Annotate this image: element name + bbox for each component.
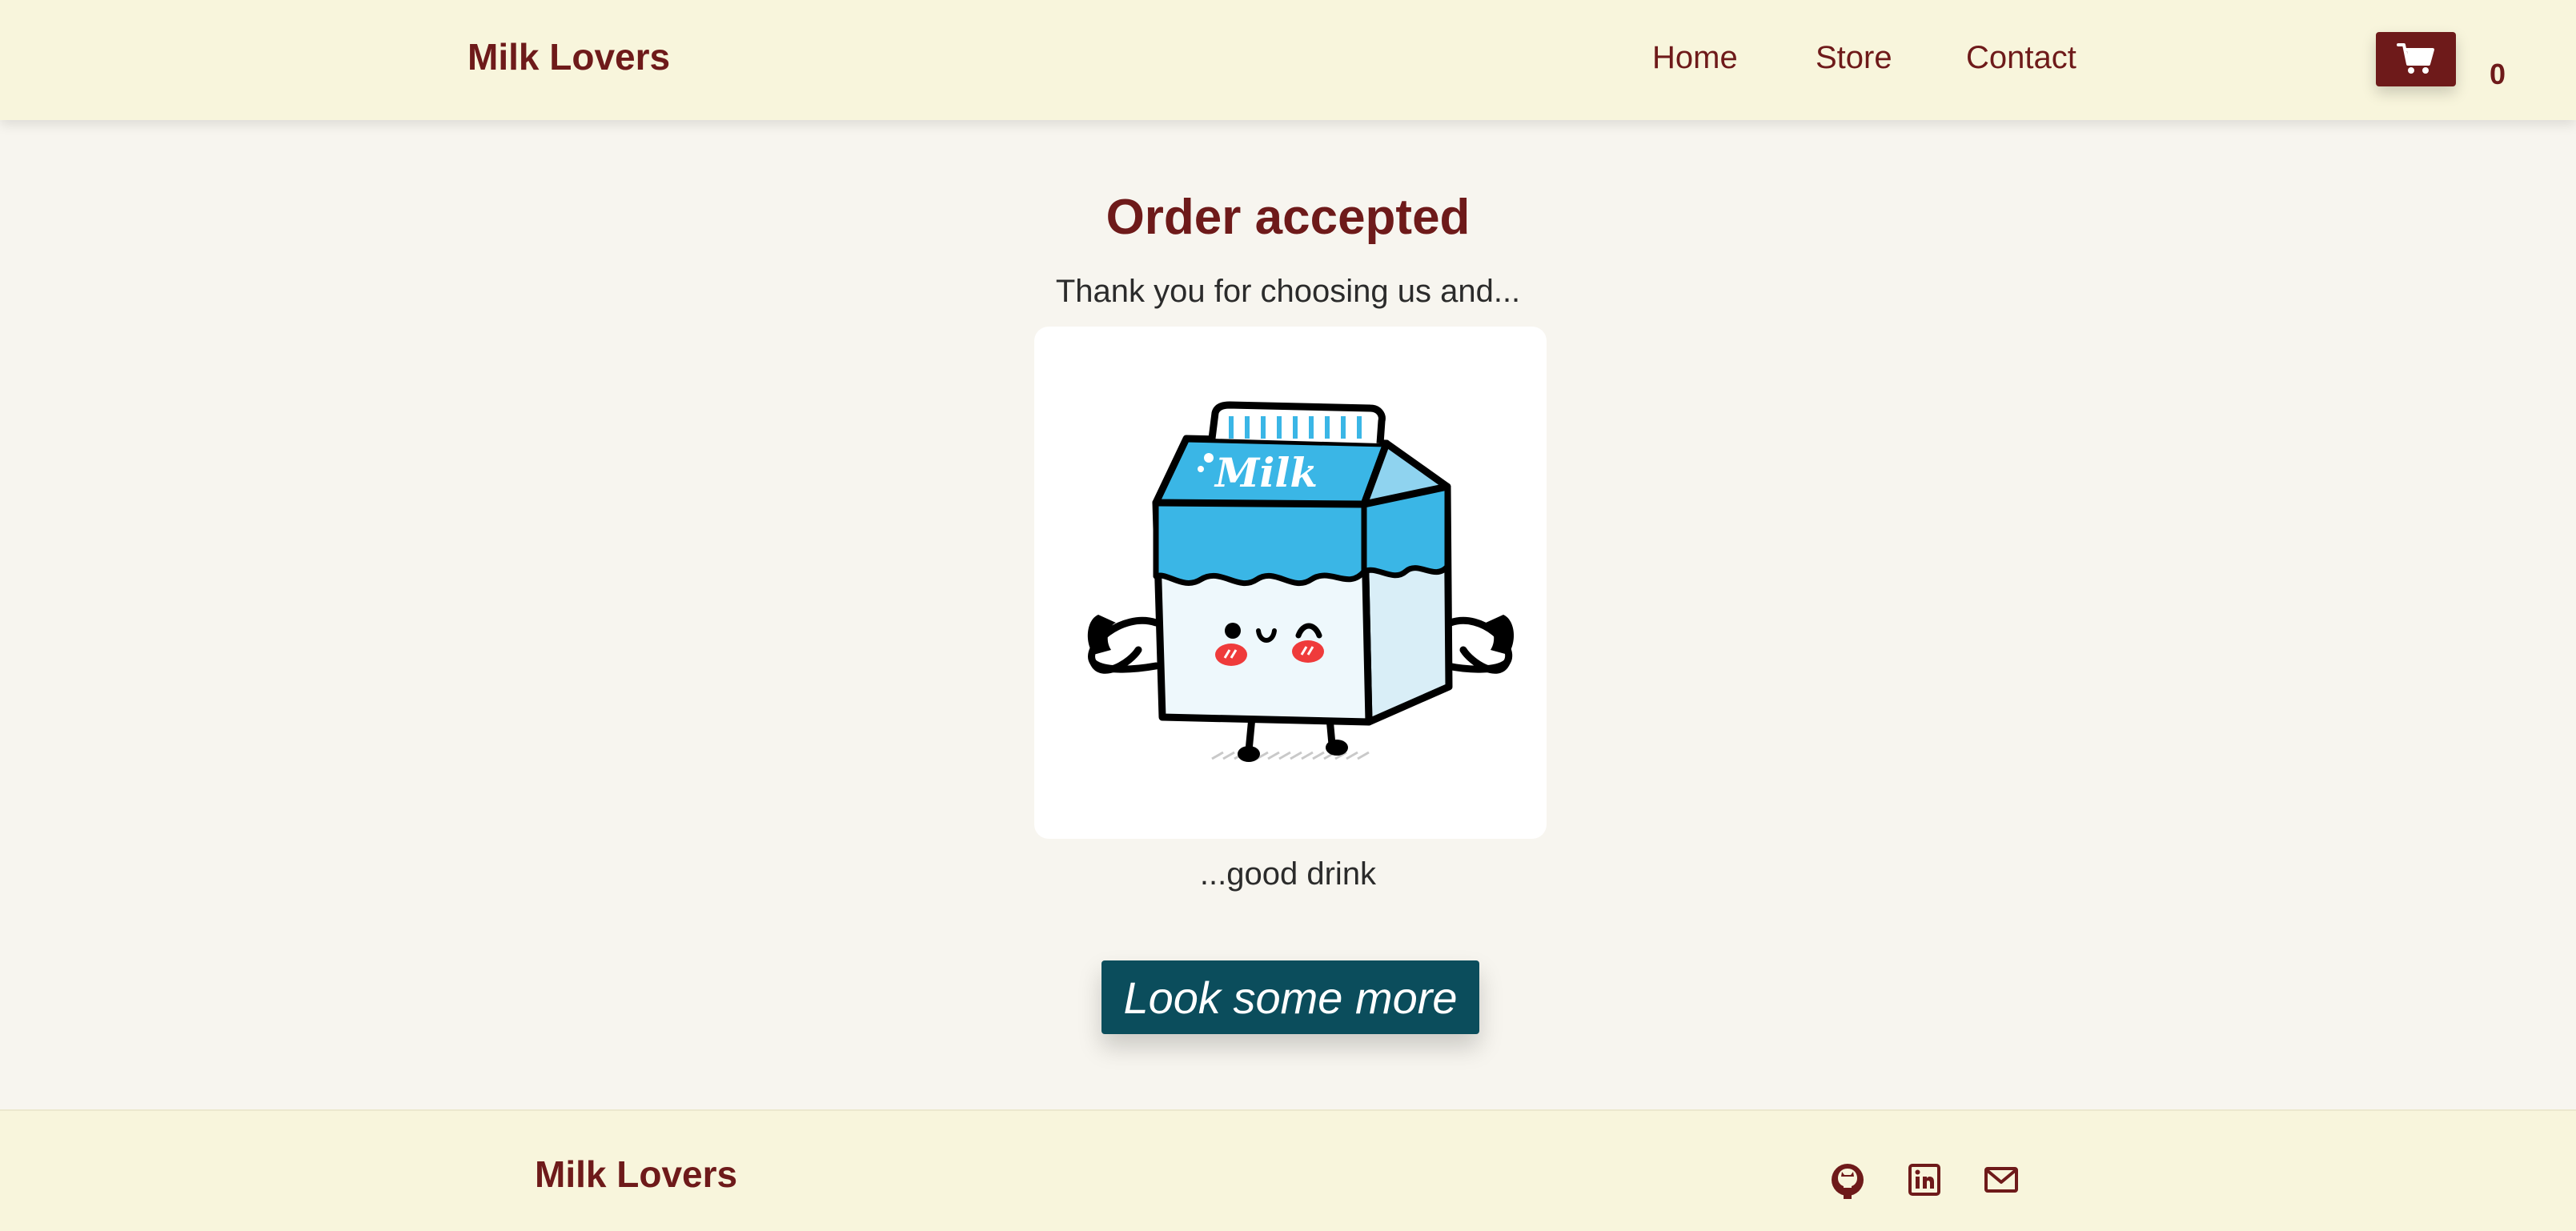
page-title: Order accepted (1105, 190, 1471, 245)
nav-link-contact[interactable]: Contact (1966, 40, 2076, 76)
linkedin-icon[interactable] (1905, 1161, 1944, 1199)
cart-icon (2397, 43, 2434, 74)
brand-logo-text[interactable]: Milk Lovers (467, 35, 670, 78)
milk-carton-illustration: Milk (1087, 401, 1515, 762)
carton-label: Milk (1214, 449, 1318, 496)
nav-link-home[interactable]: Home (1652, 40, 1738, 76)
order-confirmation: Order accepted Thank you for choosing us… (0, 120, 2576, 1109)
github-icon[interactable] (1828, 1161, 1867, 1199)
nav-link-store[interactable]: Store (1816, 40, 1892, 76)
milk-carton-image: Milk (1034, 327, 1547, 839)
thank-you-text: Thank you for choosing us and... (1055, 274, 1521, 309)
footer-brand-text: Milk Lovers (535, 1153, 738, 1195)
cart-button[interactable] (2376, 32, 2456, 86)
site-footer: Milk Lovers (0, 1109, 2576, 1231)
caption-text: ...good drink (1199, 856, 1377, 892)
look-some-more-button[interactable]: Look some more (1101, 960, 1479, 1034)
mail-icon[interactable] (1982, 1161, 2020, 1199)
site-header: Milk Lovers Home Store Contact 0 (0, 0, 2576, 120)
cart-count-badge: 0 (2490, 58, 2506, 90)
